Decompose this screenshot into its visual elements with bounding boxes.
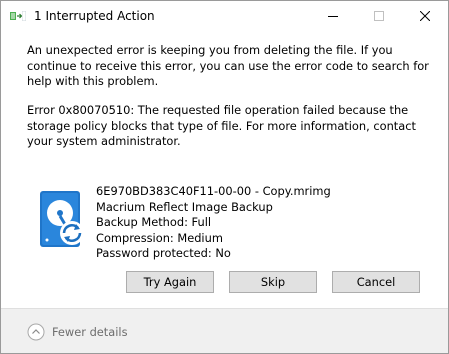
try-again-button[interactable]: Try Again <box>126 271 214 293</box>
maximize-button[interactable] <box>356 1 402 31</box>
file-type: Macrium Reflect Image Backup <box>96 199 273 214</box>
fewer-details-link[interactable]: Fewer details <box>52 325 128 340</box>
chevron-up-circle-icon[interactable] <box>27 323 45 341</box>
error-description: An unexpected error is keeping you from … <box>27 43 429 88</box>
minimize-button[interactable] <box>310 1 356 31</box>
cancel-button[interactable]: Cancel <box>332 271 420 293</box>
title-bar[interactable]: 1 Interrupted Action <box>1 1 448 31</box>
macrium-drive-icon <box>40 191 84 247</box>
file-name: 6E970BD383C40F11-00-00 - Copy.mrimg <box>96 184 331 198</box>
backup-method: Backup Method: Full <box>96 215 212 229</box>
password-protected: Password protected: No <box>96 246 231 260</box>
skip-button[interactable]: Skip <box>229 271 317 293</box>
interrupted-action-dialog: 1 Interrupted Action An unexpected error… <box>0 0 449 354</box>
close-button[interactable] <box>402 1 448 31</box>
details-footer: Fewer details <box>1 308 448 353</box>
window-title: 1 Interrupted Action <box>34 9 155 23</box>
close-icon <box>420 11 430 21</box>
maximize-icon <box>374 11 384 21</box>
minimize-icon <box>328 16 338 17</box>
file-move-icon <box>10 11 26 21</box>
error-code-message: Error 0x80070510: The requested file ope… <box>27 103 416 148</box>
file-details: 6E970BD383C40F11-00-00 - Copy.mrimg Macr… <box>96 184 331 262</box>
compression: Compression: Medium <box>96 230 223 245</box>
